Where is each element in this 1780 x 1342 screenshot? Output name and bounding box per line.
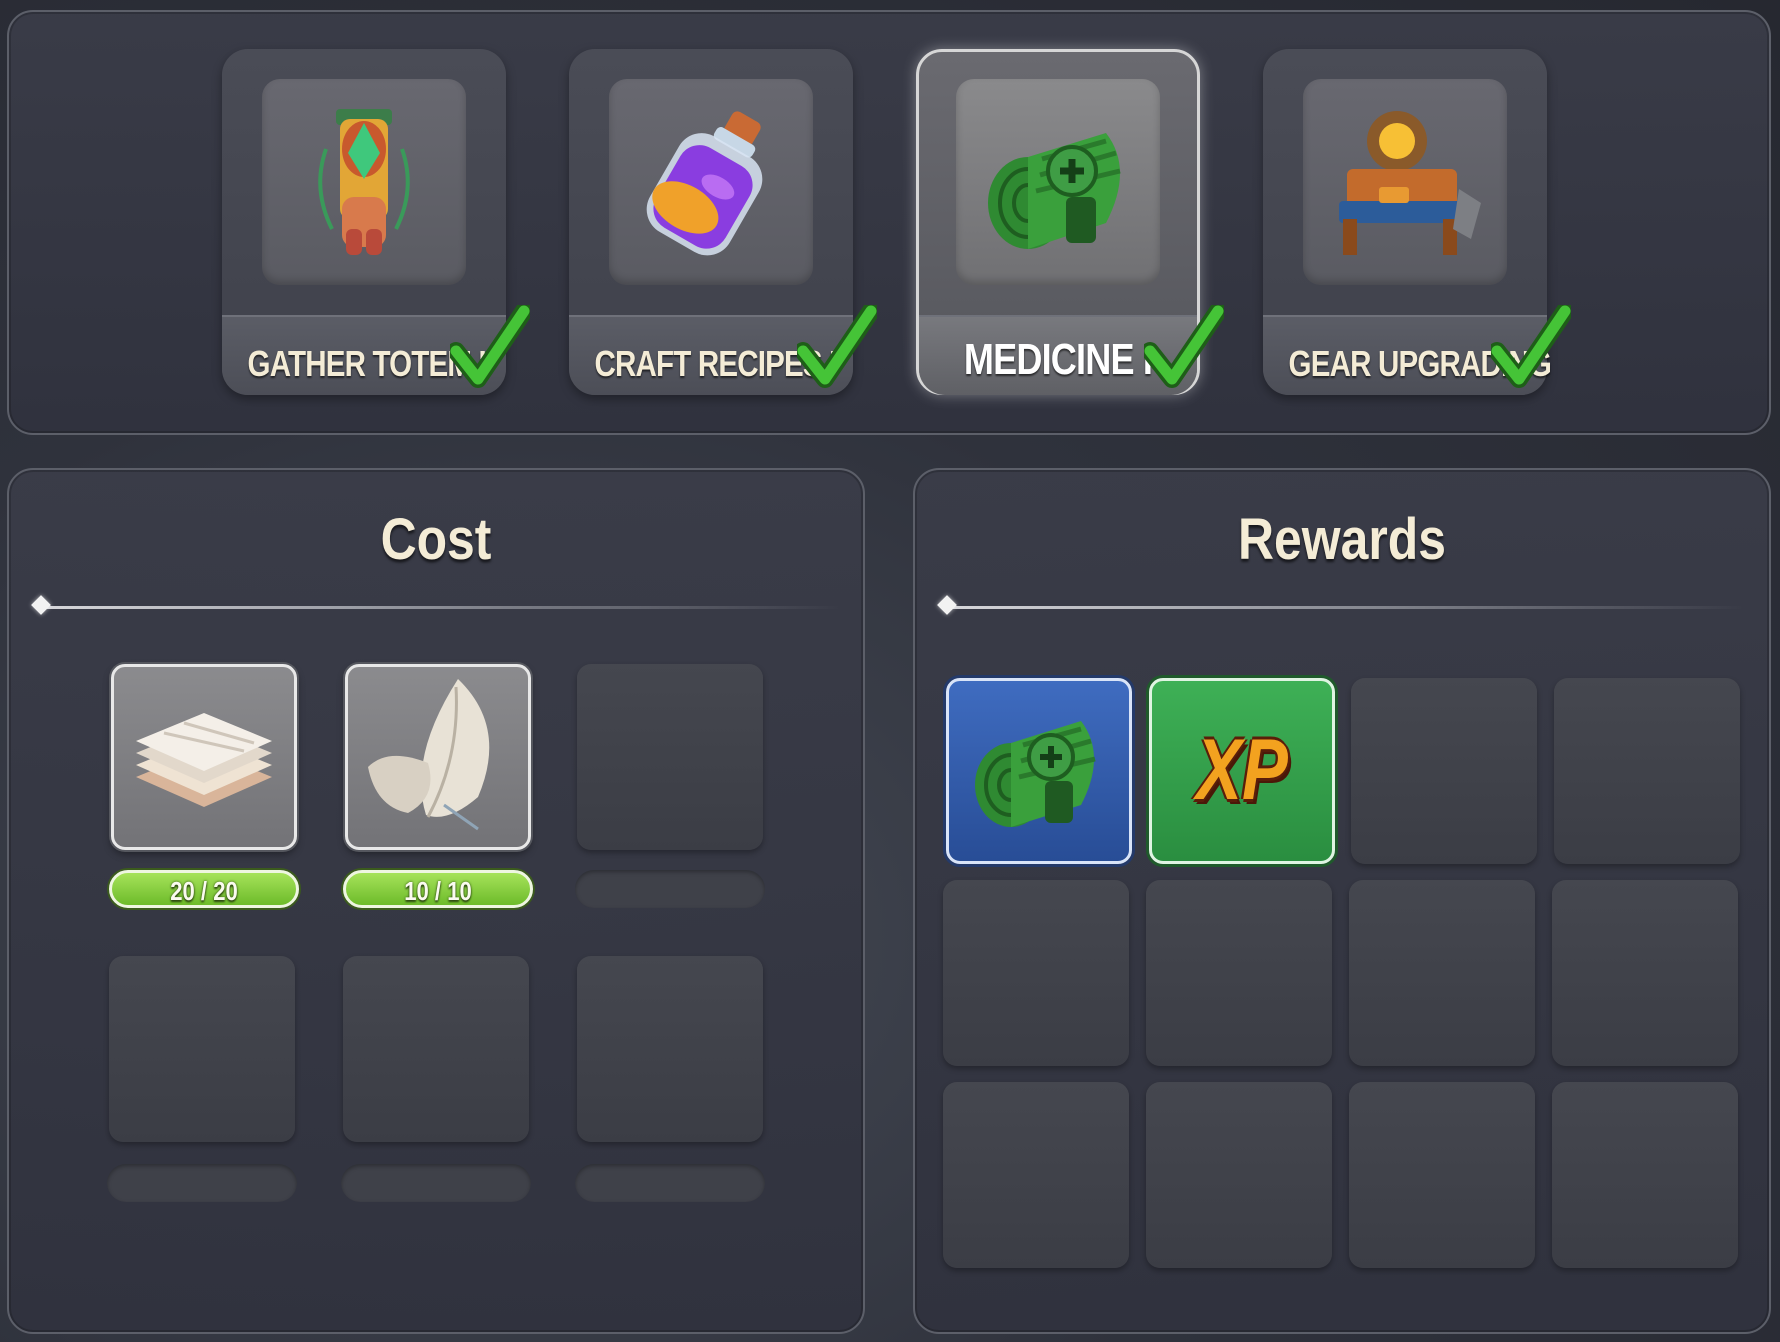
cost-count-text: 20 / 20 — [170, 876, 238, 906]
potion-bottle-icon — [646, 111, 763, 256]
divider-line — [945, 606, 1745, 609]
reward-slot-empty — [1349, 1082, 1535, 1268]
cost-count-bar: 20 / 20 — [109, 870, 299, 908]
reward-slot-empty — [1552, 880, 1738, 1066]
tab-label: GEAR UPGRADING — [1288, 343, 1552, 384]
tab-gather-totem[interactable]: GATHER TOTEM I — [222, 49, 530, 395]
cost-item-slot-empty — [577, 956, 763, 1142]
reward-slot-empty — [1552, 1082, 1738, 1268]
cost-count-bar-empty — [575, 1164, 765, 1202]
cost-count-bar-empty — [575, 870, 765, 908]
reward-slot-bandage[interactable] — [946, 678, 1132, 864]
reward-slot-empty — [1351, 678, 1537, 864]
tab-craft-recipes[interactable]: CRAFT RECIPES I — [569, 49, 877, 395]
divider-diamond-icon — [937, 595, 957, 615]
divider-line — [39, 606, 839, 609]
rewards-title: Rewards — [1238, 507, 1446, 572]
reward-slot-empty — [1146, 1082, 1332, 1268]
cost-panel: Cost 20 / 20 10 / 10 — [7, 468, 865, 1334]
tab-medicine[interactable]: MEDICINE I — [916, 49, 1224, 395]
checkmark-icon — [450, 305, 530, 388]
tab-label: CRAFT RECIPES I — [594, 343, 838, 384]
divider-diamond-icon — [31, 595, 51, 615]
feather-icon — [368, 679, 490, 831]
tab-icon-frame — [1303, 79, 1507, 285]
reward-slot-empty — [1146, 880, 1332, 1066]
bandage-roll-icon — [988, 133, 1121, 249]
checkmark-icon — [1491, 305, 1571, 388]
tab-label: GATHER TOTEM I — [247, 343, 487, 384]
cost-count-bar: 10 / 10 — [343, 870, 533, 908]
cost-count-bar-empty — [341, 1164, 531, 1202]
reward-slot-empty — [943, 1082, 1129, 1268]
xp-icon: XP — [1196, 722, 1288, 818]
cost-item-slot-feather[interactable] — [345, 664, 531, 850]
cost-item-slot-empty — [577, 664, 763, 850]
cost-count-text: 10 / 10 — [404, 876, 472, 906]
totem-icon — [318, 109, 410, 255]
reward-slot-empty — [1349, 880, 1535, 1066]
tab-label: MEDICINE I — [963, 335, 1153, 384]
cost-count-bar-empty — [107, 1164, 297, 1202]
checkmark-icon — [1144, 305, 1224, 388]
checkmark-icon — [797, 305, 877, 388]
cost-item-slot-cloth[interactable] — [111, 664, 297, 850]
reward-slot-xp[interactable]: XP — [1149, 678, 1335, 864]
tab-icon-frame — [609, 79, 813, 285]
cost-item-slot-empty — [343, 956, 529, 1142]
cost-item-slot-empty — [109, 956, 295, 1142]
reward-slot-empty — [943, 880, 1129, 1066]
crafting-workbench-icon — [1339, 111, 1481, 255]
bandage-roll-icon — [975, 721, 1096, 827]
tab-gear-upgrading[interactable]: GEAR UPGRADING — [1263, 49, 1571, 395]
reward-slot-empty — [1554, 678, 1740, 864]
cloth-stack-icon — [136, 713, 272, 807]
cost-title: Cost — [380, 507, 492, 572]
quest-tabs-panel: GATHER TOTEM I CRAFT RECIPES I MEDICINE … — [7, 10, 1771, 435]
rewards-panel: Rewards XP — [913, 468, 1771, 1334]
tab-icon-frame — [956, 79, 1160, 285]
tab-icon-frame — [262, 79, 466, 285]
